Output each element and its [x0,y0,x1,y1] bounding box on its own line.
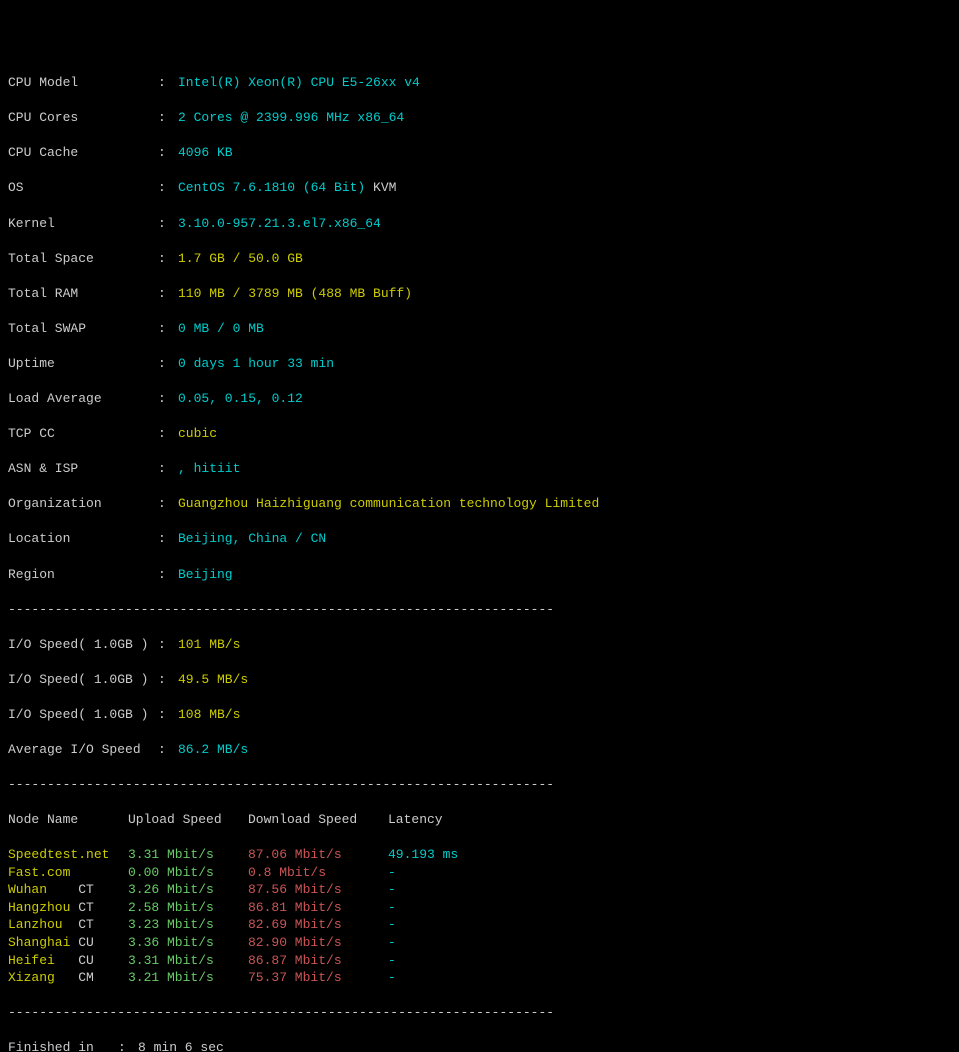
upload-speed: 3.26 Mbit/s [128,881,248,899]
sysinfo-total-space: Total Space: 1.7 GB / 50.0 GB [8,250,951,268]
sysinfo-region: Region: Beijing [8,566,951,584]
latency: - [388,934,396,952]
speedtest-row: Xizang CM3.21 Mbit/s75.37 Mbit/s- [8,969,951,987]
divider: ----------------------------------------… [8,776,951,794]
speedtest-row: Speedtest.net3.31 Mbit/s87.06 Mbit/s49.1… [8,846,951,864]
io-test-2: I/O Speed( 1.0GB ): 49.5 MB/s [8,671,951,689]
download-speed: 82.69 Mbit/s [248,916,388,934]
node-name: Hangzhou CT [8,899,128,917]
upload-speed: 3.31 Mbit/s [128,846,248,864]
sysinfo-total-ram: Total RAM: 110 MB / 3789 MB (488 MB Buff… [8,285,951,303]
sysinfo-organization: Organization: Guangzhou Haizhiguang comm… [8,495,951,513]
node-name: Xizang CM [8,969,128,987]
latency: - [388,969,396,987]
node-name: Shanghai CU [8,934,128,952]
upload-speed: 0.00 Mbit/s [128,864,248,882]
sysinfo-cpu-model: CPU Model: Intel(R) Xeon(R) CPU E5-26xx … [8,74,951,92]
latency: - [388,899,396,917]
sysinfo-uptime: Uptime: 0 days 1 hour 33 min [8,355,951,373]
sysinfo-cpu-cache: CPU Cache: 4096 KB [8,144,951,162]
node-name: Wuhan CT [8,881,128,899]
latency: 49.193 ms [388,846,458,864]
download-speed: 0.8 Mbit/s [248,864,388,882]
io-test-3: I/O Speed( 1.0GB ): 108 MB/s [8,706,951,724]
sysinfo-load-average: Load Average: 0.05, 0.15, 0.12 [8,390,951,408]
download-speed: 75.37 Mbit/s [248,969,388,987]
upload-speed: 2.58 Mbit/s [128,899,248,917]
node-name: Heifei CU [8,952,128,970]
latency: - [388,881,396,899]
speedtest-row: Heifei CU3.31 Mbit/s86.87 Mbit/s- [8,952,951,970]
download-speed: 87.56 Mbit/s [248,881,388,899]
download-speed: 86.81 Mbit/s [248,899,388,917]
speedtest-row: Fast.com0.00 Mbit/s0.8 Mbit/s- [8,864,951,882]
latency: - [388,864,396,882]
download-speed: 87.06 Mbit/s [248,846,388,864]
sysinfo-tcp-cc: TCP CC: cubic [8,425,951,443]
divider: ----------------------------------------… [8,1004,951,1022]
sysinfo-kernel: Kernel: 3.10.0-957.21.3.el7.x86_64 [8,215,951,233]
latency: - [388,916,396,934]
speedtest-row: Shanghai CU3.36 Mbit/s82.90 Mbit/s- [8,934,951,952]
divider: ----------------------------------------… [8,601,951,619]
upload-speed: 3.31 Mbit/s [128,952,248,970]
sysinfo-cpu-cores: CPU Cores: 2 Cores @ 2399.996 MHz x86_64 [8,109,951,127]
speedtest-row: Wuhan CT3.26 Mbit/s87.56 Mbit/s- [8,881,951,899]
speedtest-row: Lanzhou CT3.23 Mbit/s82.69 Mbit/s- [8,916,951,934]
upload-speed: 3.23 Mbit/s [128,916,248,934]
footer-finished: Finished in: 8 min 6 sec [8,1039,951,1052]
sysinfo-os: OS: CentOS 7.6.1810 (64 Bit) KVM [8,179,951,197]
node-name: Lanzhou CT [8,916,128,934]
download-speed: 82.90 Mbit/s [248,934,388,952]
latency: - [388,952,396,970]
node-name: Fast.com [8,864,128,882]
speedtest-row: Hangzhou CT2.58 Mbit/s86.81 Mbit/s- [8,899,951,917]
io-average: Average I/O Speed: 86.2 MB/s [8,741,951,759]
upload-speed: 3.21 Mbit/s [128,969,248,987]
sysinfo-location: Location: Beijing, China / CN [8,530,951,548]
speedtest-header: Node NameUpload SpeedDownload SpeedLaten… [8,811,951,829]
sysinfo-total-swap: Total SWAP: 0 MB / 0 MB [8,320,951,338]
node-name: Speedtest.net [8,846,128,864]
download-speed: 86.87 Mbit/s [248,952,388,970]
sysinfo-asn-isp: ASN & ISP: , hitiit [8,460,951,478]
upload-speed: 3.36 Mbit/s [128,934,248,952]
io-test-1: I/O Speed( 1.0GB ): 101 MB/s [8,636,951,654]
